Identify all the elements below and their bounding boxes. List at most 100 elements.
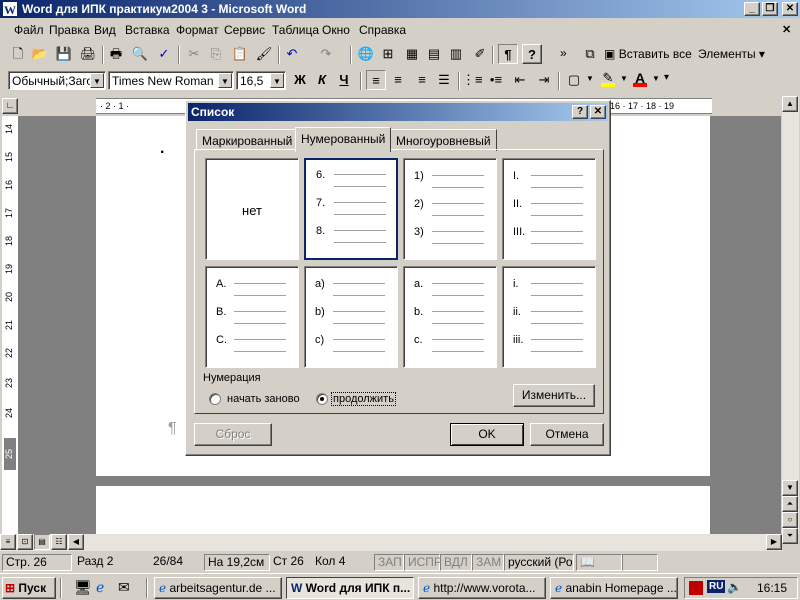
status-ext[interactable]: ВДЛ [440, 554, 472, 571]
cancel-button[interactable]: Отмена [530, 423, 604, 446]
menu-help[interactable]: Справка [359, 23, 406, 37]
horizontal-scrollbar[interactable]: ≡ ⊡ ▤ ☷ ◀ ▶ [0, 534, 782, 551]
status-rec[interactable]: ЗАП [374, 554, 404, 571]
align-left-icon[interactable]: ≡ [366, 70, 386, 90]
list-style-paren-numbers[interactable]: 1) 2) 3) [403, 158, 497, 260]
underline-button[interactable]: Ч [334, 70, 354, 90]
drawing-icon[interactable]: ✐ [470, 44, 490, 64]
new-document-icon[interactable]: 🗋 [8, 44, 28, 64]
reset-button[interactable]: Сброс [194, 423, 272, 446]
status-trk[interactable]: ИСПР [404, 554, 442, 571]
previous-page-icon[interactable]: ⏶ [782, 496, 798, 512]
list-style-letters-upper[interactable]: A. B. C. [205, 266, 299, 368]
volume-icon[interactable]: 🔈 [727, 580, 742, 594]
tab-selector[interactable]: ∟ [2, 98, 18, 114]
toolbar-options-icon[interactable]: ▾ [664, 72, 669, 83]
permission-icon[interactable]: 🖨 [78, 44, 98, 64]
style-dropdown[interactable]: Обычный;Загол ▼ [8, 71, 106, 90]
menu-tools[interactable]: Сервис [224, 23, 265, 37]
status-ovr[interactable]: ЗАМ [472, 554, 504, 571]
align-center-icon[interactable]: ≡ [388, 70, 408, 90]
menu-format[interactable]: Формат [176, 23, 219, 37]
undo-icon[interactable]: ↶ [282, 44, 302, 64]
open-folder-icon[interactable]: 📂 [30, 44, 50, 64]
cut-icon[interactable]: ✂ [184, 44, 204, 64]
print-preview-icon[interactable]: 🔍 [130, 44, 150, 64]
menu-edit[interactable]: Правка [49, 23, 90, 37]
decrease-indent-icon[interactable]: ⇤ [510, 70, 530, 90]
paste-all-icon[interactable]: ⧉ [580, 44, 600, 64]
close-button[interactable]: ✕ [782, 2, 798, 16]
list-style-roman-lower[interactable]: i. ii. iii. [502, 266, 596, 368]
font-size-dropdown[interactable]: 16,5 ▼ [236, 71, 286, 90]
continue-numbering-label[interactable]: продолжить [331, 392, 396, 406]
outline-view-icon[interactable]: ☷ [51, 534, 67, 550]
format-painter-icon[interactable]: 🖌 [254, 44, 274, 64]
elements-button[interactable]: Элементы ▾ [698, 47, 765, 61]
word-app-icon[interactable]: W [2, 1, 18, 17]
taskbar-item[interactable]: W Word для ИПК п... [286, 577, 414, 599]
list-style-numbers-continue[interactable]: 6. 7. 8. [304, 158, 398, 260]
bold-button[interactable]: Ж [290, 70, 310, 90]
print-icon[interactable]: 🖶 [106, 44, 126, 64]
taskbar-item[interactable]: ℯ http://www.vorota... [418, 577, 546, 599]
dialog-close-button[interactable]: ✕ [590, 105, 606, 119]
font-dropdown[interactable]: Times New Roman ▼ [108, 71, 234, 90]
status-language[interactable]: русский (Ро [504, 554, 574, 571]
toolbar-options-icon[interactable]: » [560, 46, 567, 60]
start-button[interactable]: ⊞ Пуск [2, 577, 56, 599]
next-page-icon[interactable]: ⏷ [782, 528, 798, 544]
numbered-list-icon[interactable]: ⋮≡ [462, 70, 483, 90]
italic-button[interactable]: К [312, 70, 332, 90]
taskbar-item[interactable]: ℯ anabin Homepage ... [550, 577, 678, 599]
chevron-down-icon[interactable]: ▼ [620, 74, 628, 83]
font-color-icon[interactable]: A [630, 68, 650, 88]
select-browse-object-icon[interactable]: ○ [782, 512, 798, 528]
bulleted-list-icon[interactable]: •≡ [486, 70, 506, 90]
menu-table[interactable]: Таблица [272, 23, 319, 37]
tab-bulleted[interactable]: Маркированный [196, 129, 299, 151]
help-icon[interactable]: ? [522, 44, 542, 64]
borders-icon[interactable]: ▢ [564, 70, 584, 90]
antivirus-icon[interactable] [689, 581, 703, 595]
change-button[interactable]: Изменить... [513, 384, 595, 407]
continue-numbering-radio[interactable] [316, 393, 328, 405]
list-style-letters-paren[interactable]: a) b) c) [304, 266, 398, 368]
vertical-scrollbar[interactable]: ▲ ▼ ⏶ ○ ⏷ [782, 96, 799, 544]
list-style-roman-upper[interactable]: I. II. III. [502, 158, 596, 260]
tables-borders-icon[interactable]: ⊞ [378, 44, 398, 64]
redo-icon[interactable]: ↷ [316, 44, 336, 64]
dialog-titlebar[interactable]: Список ? ✕ [188, 103, 608, 121]
taskbar-item[interactable]: ℯ arbeitsagentur.de ... [154, 577, 282, 599]
language-indicator[interactable]: RU [707, 580, 726, 593]
vertical-ruler[interactable]: 14 15 16 17 18 19 20 21 22 23 24 25 [2, 116, 18, 534]
copy-icon[interactable]: ⎘ [206, 44, 226, 64]
minimize-button[interactable]: _ [744, 2, 760, 16]
scroll-up-icon[interactable]: ▲ [782, 96, 798, 112]
scroll-down-icon[interactable]: ▼ [782, 480, 798, 496]
tab-outline-numbered[interactable]: Многоуровневый [390, 129, 497, 151]
normal-view-icon[interactable]: ≡ [0, 534, 16, 550]
restart-numbering-radio[interactable] [209, 393, 221, 405]
hyperlink-icon[interactable]: 🌐 [356, 44, 376, 64]
menu-file[interactable]: Файл [14, 23, 44, 37]
list-style-letters-lower[interactable]: a. b. c. [403, 266, 497, 368]
justify-icon[interactable]: ☰ [434, 70, 454, 90]
print-layout-icon[interactable]: ▤ [34, 534, 50, 550]
ok-button[interactable]: OK [450, 423, 524, 446]
desktop-icon[interactable]: 🖥 [74, 579, 92, 596]
insert-excel-icon[interactable]: ▤ [424, 44, 444, 64]
menu-insert[interactable]: Вставка [125, 23, 170, 37]
save-icon[interactable]: 💾 [54, 44, 74, 64]
scroll-right-icon[interactable]: ▶ [766, 534, 782, 550]
chevron-down-icon[interactable]: ▼ [586, 74, 594, 83]
scroll-left-icon[interactable]: ◀ [68, 534, 84, 550]
insert-all-button[interactable]: ▣ Вставить все [604, 47, 692, 61]
document-close-icon[interactable]: ✕ [782, 23, 791, 36]
align-right-icon[interactable]: ≡ [412, 70, 432, 90]
document-page[interactable] [96, 486, 710, 534]
clock[interactable]: 16:15 [757, 581, 787, 595]
increase-indent-icon[interactable]: ⇥ [534, 70, 554, 90]
insert-table-icon[interactable]: ▦ [402, 44, 422, 64]
menu-view[interactable]: Вид [94, 23, 116, 37]
